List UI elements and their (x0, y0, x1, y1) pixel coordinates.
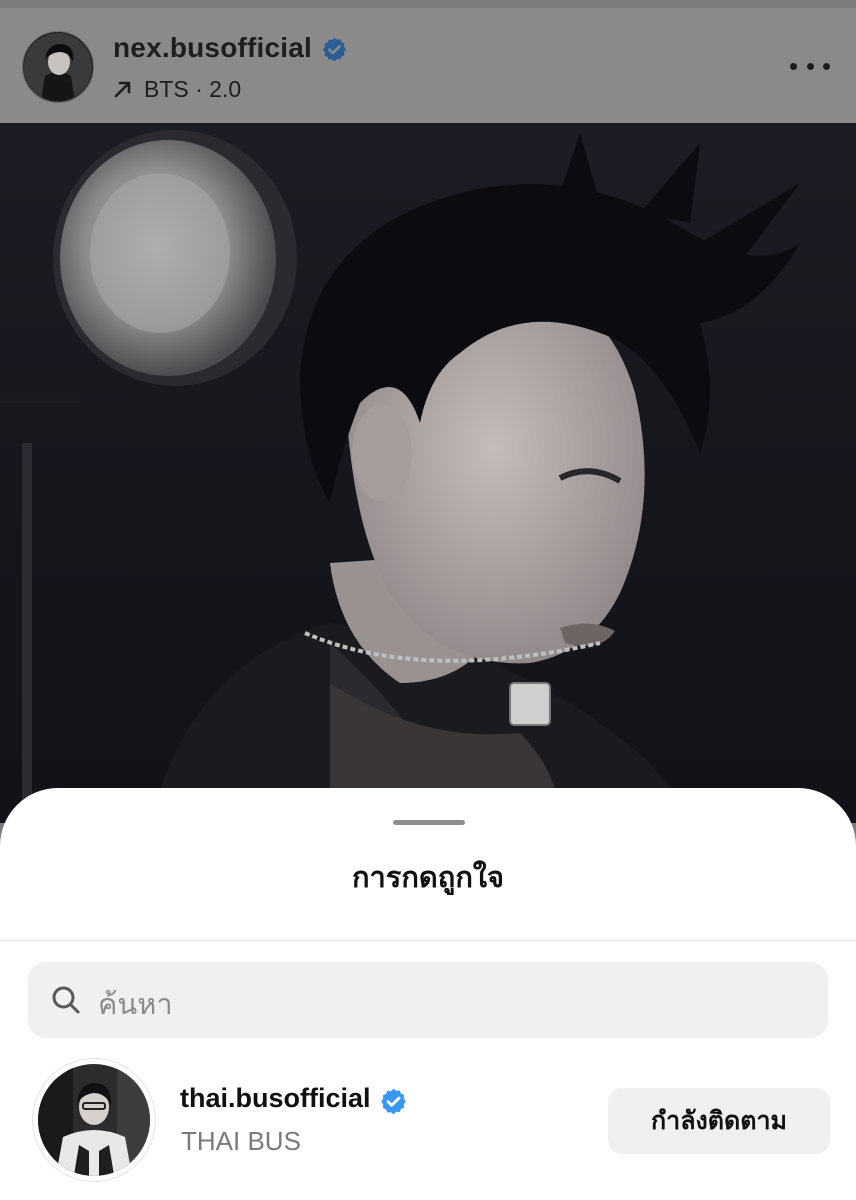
search-input[interactable]: ค้นหา (28, 962, 828, 1038)
avatar-photo-icon (36, 1062, 152, 1178)
following-button[interactable]: กำลังติดตาม (608, 1088, 830, 1154)
post-author-username[interactable]: nex.busofficial (113, 32, 312, 64)
post-photo (0, 123, 856, 823)
arrow-up-right-icon (114, 81, 131, 98)
post-author-avatar[interactable] (22, 31, 94, 103)
likes-bottom-sheet: การกดถูกใจ ค้นหา thai.busofficial THAI B… (0, 788, 856, 1200)
sheet-drag-handle[interactable] (393, 820, 465, 825)
verified-badge-icon (381, 1088, 406, 1115)
post-header: nex.busofficial BTS · 2.0 (0, 0, 856, 123)
search-icon (52, 986, 80, 1014)
top-edge-divider (0, 0, 856, 8)
music-attribution[interactable]: BTS · 2.0 (112, 74, 241, 104)
sheet-title: การกดถูกใจ (351, 862, 505, 894)
music-label: BTS · 2.0 (144, 75, 242, 102)
search-placeholder: ค้นหา (98, 989, 173, 1021)
portrait-photo-illustration (0, 130, 800, 823)
avatar-photo-icon (24, 33, 92, 101)
more-horizontal-icon (790, 62, 797, 70)
verified-badge-icon (323, 37, 346, 62)
more-options-button[interactable] (790, 58, 830, 74)
user-full-name: THAI BUS (181, 1126, 301, 1156)
user-username[interactable]: thai.busofficial (180, 1083, 371, 1114)
user-avatar[interactable] (33, 1059, 155, 1181)
sheet-divider (0, 940, 856, 941)
